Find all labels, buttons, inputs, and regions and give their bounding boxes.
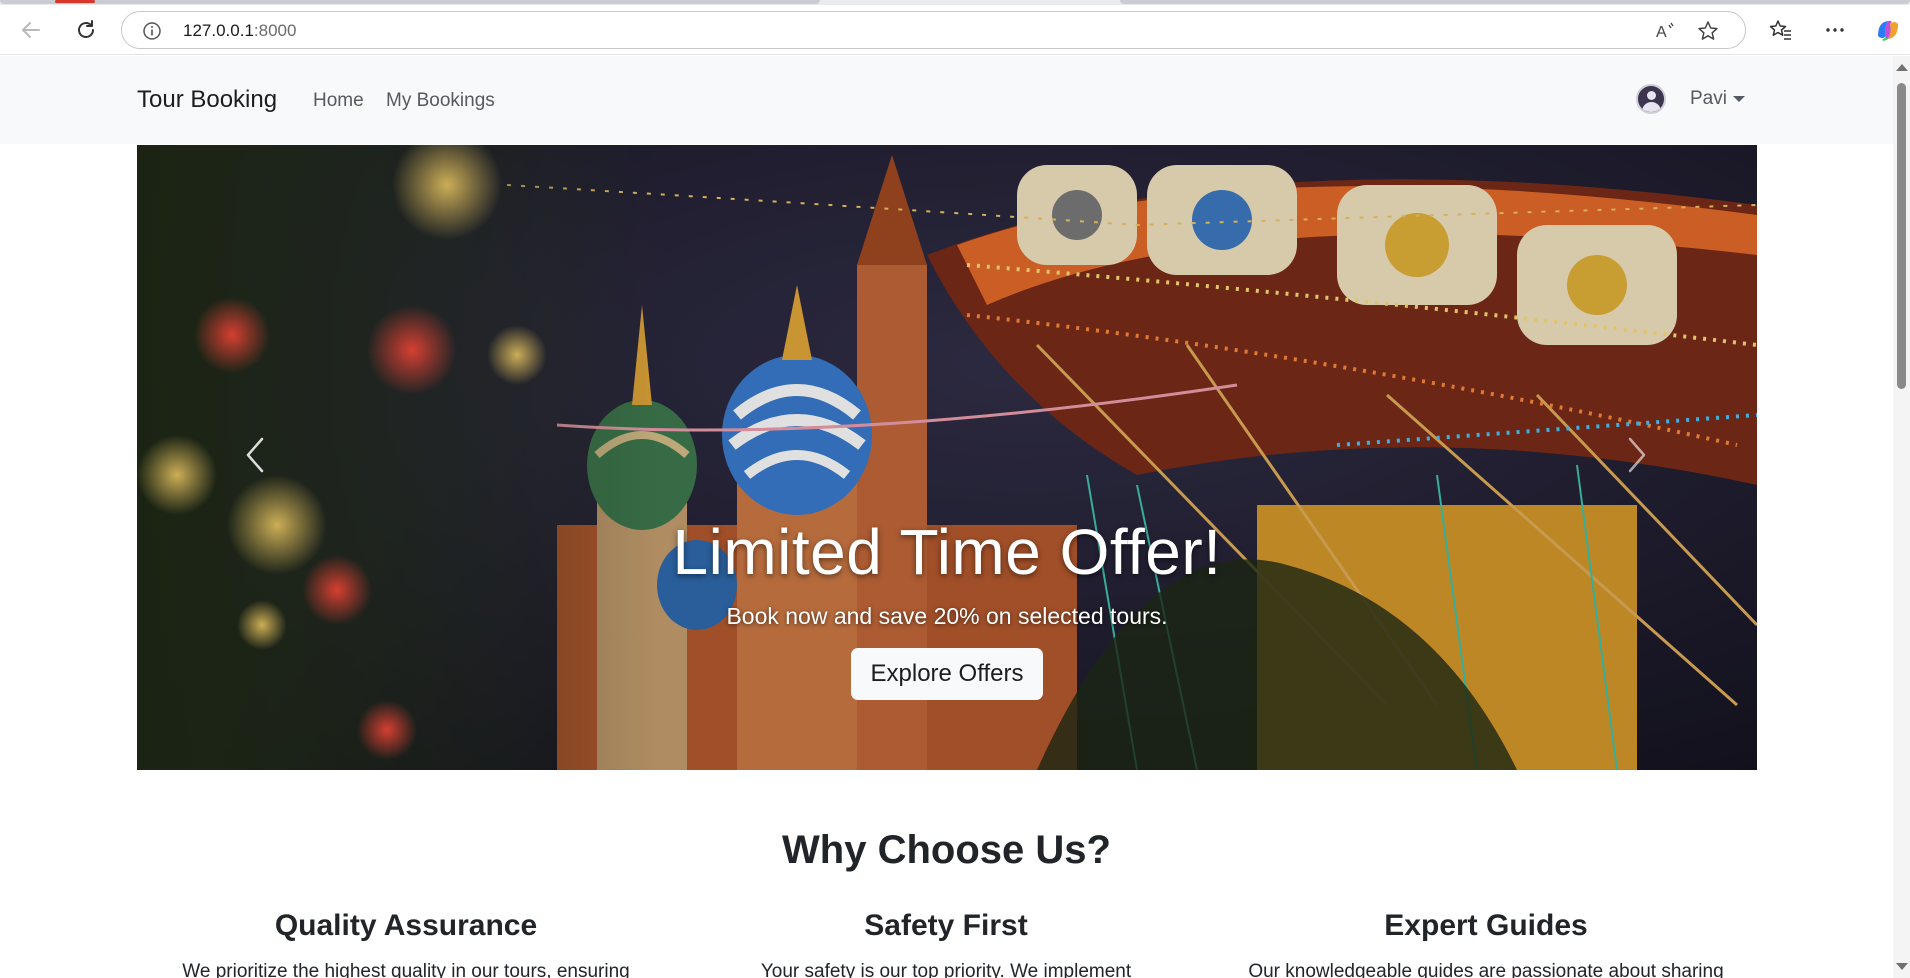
feature-title: Quality Assurance xyxy=(274,909,538,942)
reload-icon xyxy=(78,20,94,38)
feature-expert-guides: Expert Guides Our knowledgeable guides a… xyxy=(1226,909,1746,978)
feature-text: We prioritize the highest quality in our… xyxy=(182,961,630,978)
carousel-prev-button[interactable] xyxy=(235,435,275,475)
url-port: :8000 xyxy=(253,21,297,40)
read-aloud-icon[interactable]: A xyxy=(1654,20,1676,42)
user-menu-toggle[interactable]: Pavi xyxy=(1636,74,1745,124)
arrow-left-icon xyxy=(22,22,40,38)
hero-title: Limited Time Offer! xyxy=(672,516,1222,588)
nav-home-link[interactable]: Home xyxy=(313,90,364,112)
favorites-button[interactable] xyxy=(1764,14,1798,46)
address-bar[interactable]: 127.0.0.1:8000 A xyxy=(121,11,1746,49)
feature-text: Our knowledgeable guides are passionate … xyxy=(1248,961,1724,978)
svg-text:A: A xyxy=(1656,24,1667,41)
feature-safety-first: Safety First Your safety is our top prio… xyxy=(686,909,1206,978)
feature-title: Expert Guides xyxy=(1384,909,1588,942)
more-button[interactable] xyxy=(1818,14,1852,46)
tab-indicator xyxy=(55,0,95,3)
hero-subtitle: Book now and save 20% on selected tours. xyxy=(726,603,1168,629)
star-icon[interactable] xyxy=(1697,20,1719,42)
brand-link[interactable]: Tour Booking xyxy=(137,86,277,114)
copilot-button[interactable] xyxy=(1871,14,1905,46)
scrollbar-thumb[interactable] xyxy=(1897,83,1906,389)
scroll-down-icon[interactable] xyxy=(1896,963,1908,970)
chevron-right-icon xyxy=(1628,437,1646,473)
back-button[interactable] xyxy=(14,14,48,46)
feature-text: Your safety is our top priority. We impl… xyxy=(760,961,1132,978)
browser-toolbar: 127.0.0.1:8000 A xyxy=(0,5,1910,55)
user-name: Pavi xyxy=(1690,88,1727,109)
chevron-down-icon xyxy=(1732,96,1745,102)
hero-carousel: Limited Time Offer! Book now and save 20… xyxy=(137,145,1757,770)
page-scrollbar[interactable] xyxy=(1893,56,1910,978)
carousel-next-button[interactable] xyxy=(1617,435,1657,475)
browser-tab[interactable] xyxy=(1120,0,1910,4)
browser-tab[interactable] xyxy=(0,0,820,4)
favorites-icon xyxy=(1769,20,1791,40)
carousel-caption: Limited Time Offer! Book now and save 20… xyxy=(137,515,1757,700)
url-text[interactable]: 127.0.0.1:8000 xyxy=(183,21,296,41)
feature-title: Safety First xyxy=(864,909,1028,942)
why-choose-us-heading: Why Choose Us? xyxy=(782,828,1111,872)
copilot-icon xyxy=(1878,20,1898,41)
avatar xyxy=(1636,84,1666,114)
info-icon[interactable] xyxy=(142,21,162,41)
page-viewport: Tour Booking Home My Bookings Pavi Limit… xyxy=(0,56,1893,978)
feature-quality-assurance: Quality Assurance We prioritize the high… xyxy=(146,909,666,978)
scroll-up-icon[interactable] xyxy=(1896,64,1908,71)
url-host: 127.0.0.1 xyxy=(183,21,254,40)
reload-button[interactable] xyxy=(69,14,103,46)
nav-my-bookings-link[interactable]: My Bookings xyxy=(386,90,495,112)
more-icon xyxy=(1826,28,1844,32)
chevron-left-icon xyxy=(246,437,264,473)
site-navbar: Tour Booking Home My Bookings Pavi xyxy=(0,56,1893,144)
explore-offers-button[interactable]: Explore Offers xyxy=(850,648,1044,700)
